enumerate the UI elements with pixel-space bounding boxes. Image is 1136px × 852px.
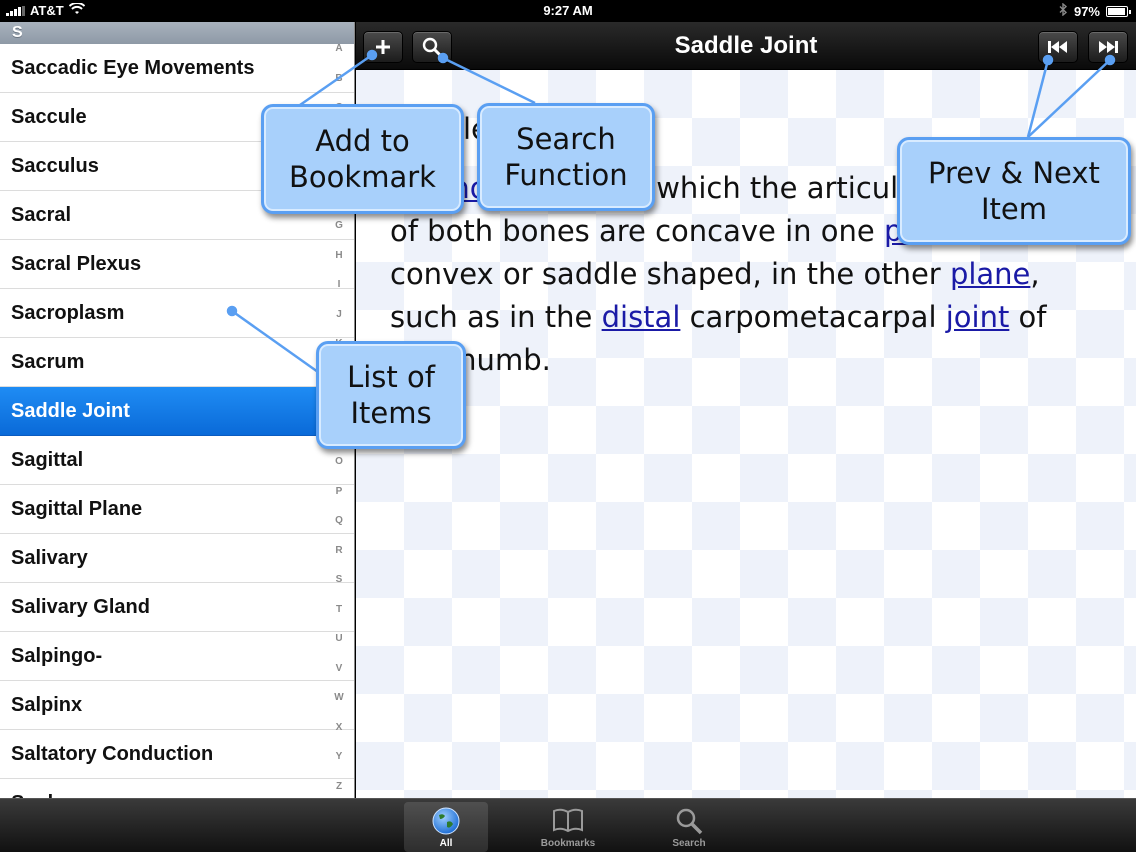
index-letter[interactable]: Q <box>335 506 343 536</box>
tab-bookmarks[interactable]: Bookmarks <box>526 802 610 852</box>
list-item[interactable]: Sacroplasm <box>0 289 354 338</box>
battery-percent: 97% <box>1073 3 1100 19</box>
globe-icon <box>432 807 460 835</box>
index-letter[interactable]: S <box>336 565 343 595</box>
skip-next-icon <box>1099 41 1118 53</box>
book-icon <box>553 808 583 833</box>
battery-fill <box>1108 7 1126 15</box>
tab-search[interactable]: Search <box>647 802 731 852</box>
index-letter[interactable]: R <box>335 536 342 566</box>
callout-text: Prev & Next Item <box>928 156 1100 226</box>
index-letter[interactable]: O <box>335 447 343 477</box>
status-right: 97% <box>1059 2 1131 19</box>
list-item[interactable]: Salivary Gland <box>0 583 354 632</box>
list-item[interactable]: Saltatory Conduction <box>0 730 354 779</box>
index-letter[interactable]: A <box>335 34 342 64</box>
list-item[interactable]: Saphenous <box>0 779 354 798</box>
tab-label: All <box>439 838 453 849</box>
search-icon <box>676 808 703 835</box>
index-letter[interactable]: Z <box>336 772 342 799</box>
index-letter[interactable]: V <box>336 654 343 684</box>
list-item[interactable]: Sagittal <box>0 436 354 485</box>
list-item[interactable]: Saccadic Eye Movements <box>0 44 354 93</box>
index-letter[interactable]: P <box>336 477 343 507</box>
callout-add-bookmark: Add to Bookmark <box>261 104 464 214</box>
nav-bar: Saddle Joint <box>356 22 1136 70</box>
callout-prev-next: Prev & Next Item <box>897 137 1131 245</box>
index-letter[interactable]: Y <box>336 742 343 772</box>
index-letter[interactable]: I <box>338 270 341 300</box>
index-letter[interactable]: H <box>335 241 342 271</box>
index-letter[interactable]: W <box>334 683 343 713</box>
callout-text: Search Function <box>504 122 628 192</box>
list-item[interactable]: Salpingo- <box>0 632 354 681</box>
index-letter[interactable]: X <box>336 713 343 743</box>
tab-label: Bookmarks <box>540 838 596 849</box>
search-icon <box>422 37 442 57</box>
callout-search-function: Search Function <box>477 103 655 211</box>
previous-item-button[interactable] <box>1038 31 1078 63</box>
nav-title: Saddle Joint <box>674 32 818 59</box>
definition-segment: carpometacarpal <box>680 300 946 334</box>
list-item[interactable]: Sagittal Plane <box>0 485 354 534</box>
status-time: 9:27 AM <box>543 3 593 18</box>
list-item[interactable]: Salpinx <box>0 681 354 730</box>
section-header: S <box>0 22 354 44</box>
index-letter[interactable]: G <box>335 211 343 241</box>
plus-icon <box>376 40 390 54</box>
bluetooth-icon <box>1059 2 1068 19</box>
definition-link[interactable]: joint <box>946 300 1010 334</box>
tab-bar: All Bookmarks Search <box>0 798 1136 852</box>
definition-link[interactable]: distal <box>602 300 681 334</box>
index-letter[interactable]: B <box>335 64 342 94</box>
list-item[interactable]: Sacral Plexus <box>0 240 354 289</box>
list-item[interactable]: Sacrum <box>0 338 354 387</box>
tab-label: Search <box>672 838 706 849</box>
status-bar: AT&T 9:27 AM 97% <box>0 0 1136 22</box>
index-letter[interactable]: T <box>336 595 342 625</box>
callout-text: List of Items <box>347 360 435 430</box>
add-bookmark-button[interactable] <box>363 31 403 63</box>
list-item[interactable]: Saddle Joint <box>0 387 354 436</box>
next-item-button[interactable] <box>1088 31 1128 63</box>
callout-list-of-items: List of Items <box>316 341 466 449</box>
tab-all[interactable]: All <box>404 802 488 852</box>
skip-previous-icon <box>1048 41 1067 53</box>
definition-link[interactable]: plane <box>950 257 1030 291</box>
callout-text: Add to Bookmark <box>289 124 436 194</box>
search-button[interactable] <box>412 31 452 63</box>
index-letter[interactable]: U <box>335 624 342 654</box>
list-item[interactable]: Salivary <box>0 534 354 583</box>
battery-icon <box>1106 5 1131 17</box>
index-letter[interactable]: J <box>336 300 342 330</box>
